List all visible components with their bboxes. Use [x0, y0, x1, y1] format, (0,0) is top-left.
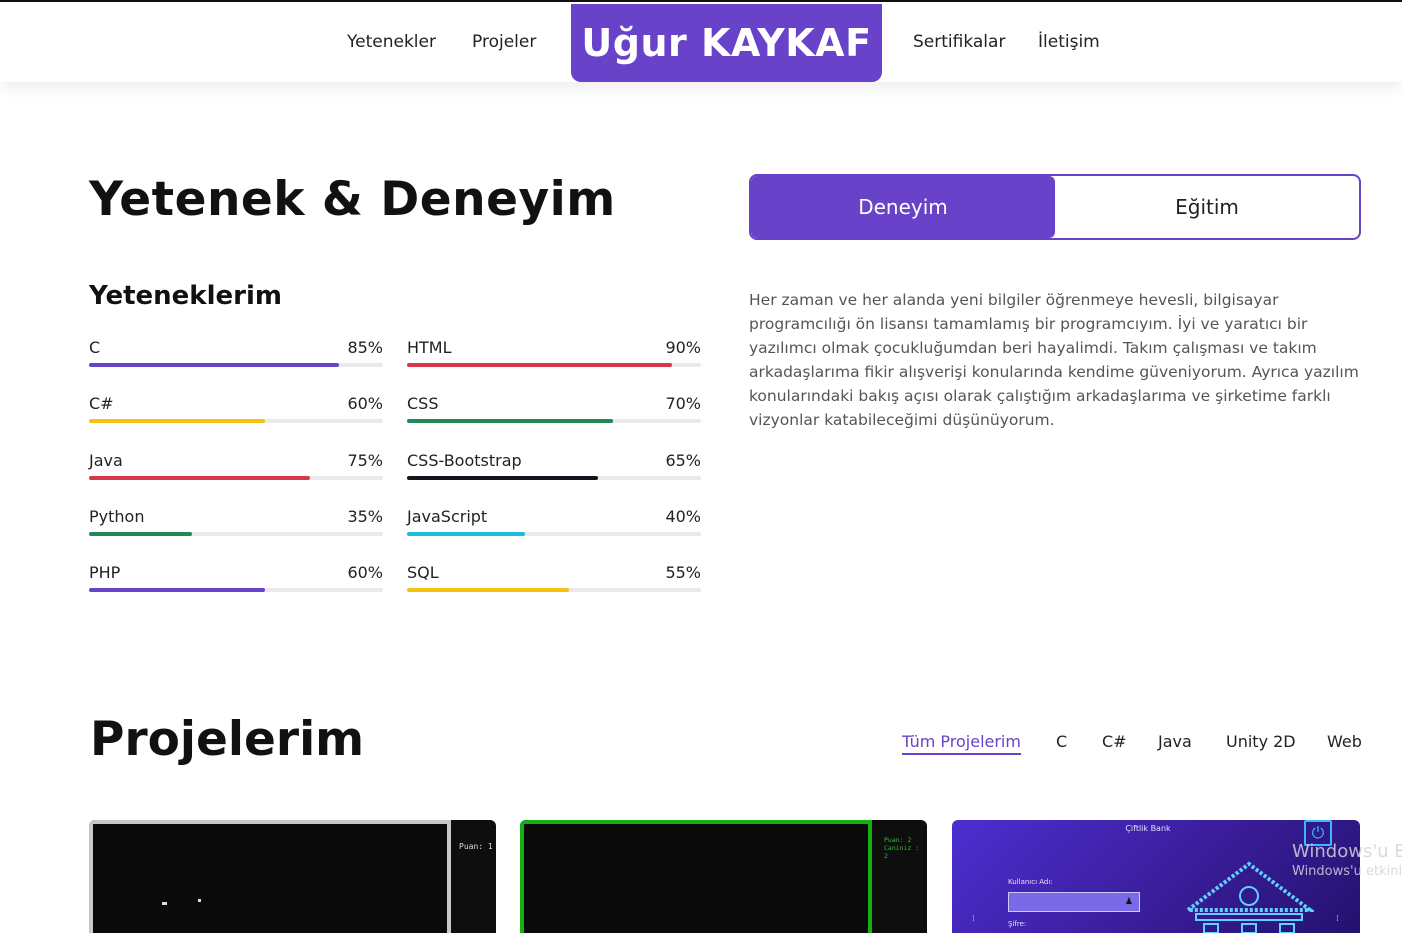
skill-progress-fill	[407, 419, 613, 423]
skill-percent: 60%	[347, 563, 383, 582]
skill-progress-track	[89, 532, 383, 536]
skill-progress-fill	[407, 532, 525, 536]
filter-all-projects[interactable]: Tüm Projelerim	[902, 732, 1021, 755]
skill-progress-track	[89, 588, 383, 592]
project-thumbnail	[520, 820, 872, 933]
skill-percent: 40%	[665, 507, 701, 526]
project-score-text: Puan: 1	[459, 842, 493, 851]
nav-link-sertifikalar[interactable]: Sertifikalar	[913, 32, 1005, 52]
skill-percent: 90%	[665, 338, 701, 357]
game-sprite	[198, 899, 201, 902]
skills-subtitle: Yeteneklerim	[89, 281, 282, 311]
skill-progress-track	[407, 419, 701, 423]
brand-logo[interactable]: Uğur KAYKAF	[571, 4, 882, 82]
skill-progress-track	[407, 532, 701, 536]
projects-section-title: Projelerim	[90, 712, 365, 767]
game-sprite	[162, 902, 167, 905]
skill-name: HTML	[407, 338, 452, 357]
skill-percent: 35%	[347, 507, 383, 526]
tab-egitim[interactable]: Eğitim	[1055, 176, 1359, 238]
skill-progress-fill	[89, 363, 339, 367]
skill-name: CSS-Bootstrap	[407, 451, 522, 470]
skill-percent: 70%	[665, 394, 701, 413]
password-label: Şifre:	[1008, 920, 1027, 928]
skill-name: JavaScript	[407, 507, 488, 526]
skill-item: JavaScript 40%	[407, 507, 701, 537]
experience-description: Her zaman ve her alanda yeni bilgiler öğ…	[749, 291, 1359, 429]
skill-item: CSS-Bootstrap 65%	[407, 451, 701, 481]
skill-name: C	[89, 338, 101, 357]
filter-web[interactable]: Web	[1327, 732, 1362, 751]
skill-progress-fill	[407, 363, 672, 367]
skill-item: C# 60%	[89, 394, 383, 424]
filter-csharp[interactable]: C#	[1102, 732, 1127, 751]
skill-percent: 55%	[665, 563, 701, 582]
skill-progress-track	[89, 476, 383, 480]
filter-unity-2d[interactable]: Unity 2D	[1226, 732, 1296, 751]
skill-progress-track	[407, 588, 701, 592]
skill-percent: 60%	[347, 394, 383, 413]
username-label: Kullanıcı Adı:	[1008, 878, 1053, 886]
filter-java[interactable]: Java	[1158, 732, 1192, 751]
skill-progress-fill	[89, 532, 192, 536]
skill-progress-track	[89, 363, 383, 367]
skill-item: HTML 90%	[407, 338, 701, 368]
skill-name: CSS	[407, 394, 439, 413]
sparkle-decoration: ⁞	[972, 914, 977, 924]
skill-item: SQL 55%	[407, 563, 701, 593]
project-score-text: Puan: 2 Caninız : 2	[884, 836, 920, 860]
skill-progress-track	[407, 363, 701, 367]
skill-progress-fill	[89, 419, 266, 423]
nav-link-yetenekler[interactable]: Yetenekler	[347, 32, 436, 52]
skill-name: Java	[89, 451, 123, 470]
skill-progress-fill	[89, 476, 310, 480]
navbar: Yetenekler Projeler Uğur KAYKAF Sertifik…	[0, 2, 1402, 82]
project-card[interactable]: Puan: 2 Caninız : 2	[520, 820, 927, 933]
skill-item: CSS 70%	[407, 394, 701, 424]
username-field-preview: ♟	[1008, 892, 1140, 912]
filter-c[interactable]: C	[1056, 732, 1067, 751]
skill-progress-fill	[407, 476, 599, 480]
skill-item: PHP 60%	[89, 563, 383, 593]
skill-name: PHP	[89, 563, 121, 582]
skill-name: Python	[89, 507, 145, 526]
skill-name: C#	[89, 394, 114, 413]
skill-item: Python 35%	[89, 507, 383, 537]
project-thumbnail	[89, 820, 451, 933]
skills-section-title: Yetenek & Deneyim	[89, 172, 616, 227]
skill-progress-track	[89, 419, 383, 423]
skill-percent: 75%	[347, 451, 383, 470]
project-app-title: Çiftlik Bank	[1125, 824, 1171, 833]
skill-item: Java 75%	[89, 451, 383, 481]
experience-education-tabs: Deneyim Eğitim	[749, 174, 1361, 240]
windows-activation-watermark: Windows'u E Windows'u etkinl	[1292, 841, 1402, 879]
skill-name: SQL	[407, 563, 439, 582]
skill-percent: 65%	[665, 451, 701, 470]
project-card[interactable]: Puan: 1	[89, 820, 496, 933]
user-icon: ♟	[1124, 897, 1133, 907]
sparkle-decoration: ⁞	[1336, 914, 1341, 924]
nav-link-projeler[interactable]: Projeler	[472, 32, 536, 52]
skill-progress-fill	[89, 588, 266, 592]
skill-item: C 85%	[89, 338, 383, 368]
skill-progress-track	[407, 476, 701, 480]
tab-deneyim[interactable]: Deneyim	[751, 176, 1055, 238]
nav-link-iletisim[interactable]: İletişim	[1038, 32, 1100, 52]
skill-progress-fill	[407, 588, 569, 592]
skill-percent: 85%	[347, 338, 383, 357]
